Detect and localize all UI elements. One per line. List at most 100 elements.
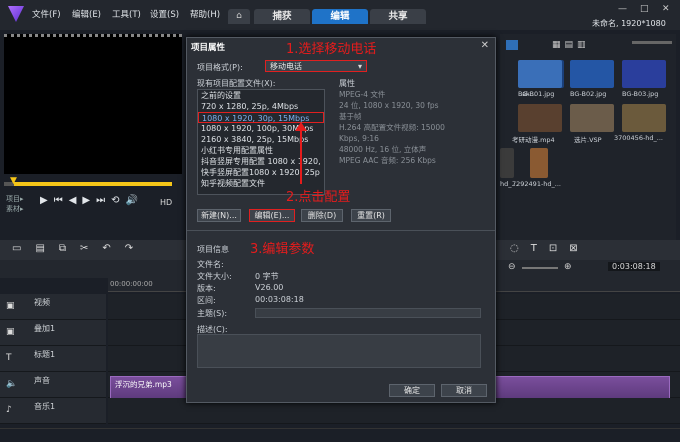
- menu-tools[interactable]: 工具(T): [112, 8, 141, 20]
- ok-button[interactable]: 确定: [389, 384, 435, 397]
- version-value: V26.00: [255, 283, 284, 292]
- dialog-close-icon[interactable]: ✕: [481, 40, 489, 51]
- library-thumb-label: 考研动漫.mp4: [512, 136, 555, 144]
- profile-item[interactable]: 小红书专用配置属性: [198, 145, 324, 156]
- format-select[interactable]: 移动电话 ▾: [265, 60, 367, 72]
- existing-profiles-label: 现有项目配置文件(X):: [197, 79, 276, 88]
- library-thumb-label: 7292491-hd_...: [512, 180, 561, 188]
- format-label: 项目格式(P):: [197, 63, 243, 72]
- properties-label: 属性: [339, 79, 355, 88]
- annotation-arrow-shaft: [300, 128, 302, 184]
- timeline-timecode[interactable]: 0:03:08:18: [608, 262, 660, 271]
- edit-tools-icons[interactable]: ▭▤⧉✂↶↷: [12, 243, 147, 254]
- ruler-start: 00:00:00:00: [110, 280, 153, 288]
- library-thumb-label: 3700456-hd_...: [614, 134, 663, 142]
- menu-help[interactable]: 帮助(H): [190, 8, 220, 20]
- format-value: 移动电话: [270, 62, 302, 71]
- library-thumb[interactable]: [500, 148, 514, 178]
- profile-item[interactable]: 720 x 1280, 25p, 4Mbps: [198, 101, 324, 112]
- zoom-in-icon[interactable]: ⊕: [564, 262, 572, 272]
- property-line: Kbps, 9:16: [339, 134, 379, 143]
- library-thumb-label: BG-B02.jpg: [570, 90, 607, 98]
- property-line: 24 位, 1080 x 1920, 30 fps: [339, 101, 439, 110]
- fx-tools-icons[interactable]: ◌T⊡⊠: [510, 243, 590, 254]
- property-line: MPEG-4 文件: [339, 90, 386, 99]
- project-info-title: 项目信息: [197, 245, 229, 254]
- zoom-slider[interactable]: [522, 267, 558, 269]
- library-thumb-label: BG-B01.jpg: [518, 90, 555, 98]
- menu-settings[interactable]: 设置(S): [150, 8, 179, 20]
- profile-item[interactable]: 之前的设置: [198, 90, 324, 101]
- tab-share[interactable]: 共享: [370, 9, 426, 24]
- library-thumb[interactable]: [518, 60, 562, 88]
- menu-edit[interactable]: 编辑(E): [72, 8, 101, 20]
- subject-input[interactable]: [255, 308, 481, 318]
- subject-label: 主题(S):: [197, 309, 228, 318]
- filesize-label: 文件大小:: [197, 272, 232, 281]
- profile-list[interactable]: 之前的设置 720 x 1280, 25p, 4Mbps 1080 x 1920…: [197, 89, 325, 195]
- hd-label[interactable]: HD: [160, 198, 172, 207]
- cancel-button[interactable]: 取消: [441, 384, 487, 397]
- version-label: 版本:: [197, 284, 216, 293]
- tab-edit[interactable]: 编辑: [312, 9, 368, 24]
- track-voice[interactable]: 🔈 声音: [0, 372, 106, 398]
- annotation-step1: 1.选择移动电话: [286, 42, 377, 57]
- minimize-icon[interactable]: —: [618, 4, 627, 14]
- range-value: 00:03:08:18: [255, 295, 304, 304]
- library-thumb[interactable]: [518, 104, 562, 132]
- dialog-title: 项目属性: [191, 43, 226, 53]
- track-overlay[interactable]: ▣ 叠加1: [0, 320, 106, 346]
- profile-properties: MPEG-4 文件 24 位, 1080 x 1920, 30 fps 基于帧 …: [339, 89, 445, 166]
- divider: [187, 230, 495, 231]
- audio-clip-label: 浮沉的兄弟.mp3: [115, 380, 172, 389]
- library-thumb[interactable]: [570, 104, 614, 132]
- library-thumb[interactable]: [622, 104, 666, 132]
- property-line: H.264 高配置文件视频: 15000: [339, 123, 445, 132]
- music-filter-icon[interactable]: [506, 40, 518, 50]
- range-label: 区间:: [197, 296, 216, 305]
- property-line: MPEG AAC 音频: 256 Kbps: [339, 156, 436, 165]
- property-line: 48000 Hz, 16 位, 立体声: [339, 145, 427, 154]
- video-track-icon: ▣: [6, 301, 15, 311]
- track-title[interactable]: T 标题1: [0, 346, 106, 372]
- library-thumb[interactable]: [570, 60, 614, 88]
- chevron-down-icon: ▾: [357, 62, 362, 71]
- description-input[interactable]: [197, 334, 481, 368]
- project-title: 未命名, 1920*1080: [592, 19, 666, 28]
- library-thumb[interactable]: [530, 148, 548, 178]
- annotation-step3: 3.编辑参数: [250, 242, 315, 257]
- delete-profile-button[interactable]: 删除(D): [301, 209, 343, 222]
- profile-item[interactable]: 快手竖屏配置1080 x 1920, 25p: [198, 167, 324, 178]
- menu-file[interactable]: 文件(F): [32, 8, 61, 20]
- project-mode-label[interactable]: 项目▸: [6, 194, 24, 204]
- title-track-icon: T: [6, 353, 12, 363]
- filename-label: 文件名:: [197, 260, 224, 269]
- trim-start-handle-icon[interactable]: ▼: [10, 176, 17, 186]
- new-profile-button[interactable]: 新建(N)...: [197, 209, 241, 222]
- home-icon[interactable]: ⌂: [228, 9, 250, 24]
- reset-profile-button[interactable]: 重置(R): [351, 209, 391, 222]
- profile-item[interactable]: 2160 x 3840, 25p, 15Mbps: [198, 134, 324, 145]
- scrub-range: [14, 182, 172, 186]
- timeline-scrollbar[interactable]: [0, 428, 680, 442]
- project-properties-dialog: 项目属性 ✕ 项目格式(P): 移动电话 ▾ 现有项目配置文件(X): 属性 之前…: [186, 37, 496, 403]
- view-toggle-icons[interactable]: ▦▤▥: [552, 40, 590, 50]
- profile-item[interactable]: 抖音竖屏专用配置 1080 x 1920,: [198, 156, 324, 167]
- zoom-out-icon[interactable]: ⊖: [508, 262, 516, 272]
- music-track-icon: ♪: [6, 405, 12, 415]
- clip-mode-label[interactable]: 素材▸: [6, 204, 24, 214]
- playback-controls-icon[interactable]: ▶⏮◀▶⏭⟲🔊: [40, 195, 144, 206]
- close-window-icon[interactable]: ✕: [662, 4, 670, 14]
- annotation-step2: 2.点击配置: [286, 190, 351, 205]
- track-music[interactable]: ♪ 音乐1: [0, 398, 106, 424]
- thumb-size-slider[interactable]: [632, 41, 672, 44]
- voice-track-icon: 🔈: [6, 379, 18, 389]
- preview-window: [4, 34, 182, 174]
- library-thumb[interactable]: [622, 60, 666, 88]
- maximize-icon[interactable]: □: [640, 4, 649, 14]
- library-thumb-label: BG-B03.jpg: [622, 90, 659, 98]
- edit-profile-button[interactable]: 编辑(E)...: [249, 209, 295, 222]
- track-video[interactable]: ▣ 视频: [0, 294, 106, 320]
- filesize-value: 0 字节: [255, 272, 279, 281]
- tab-capture[interactable]: 捕获: [254, 9, 310, 24]
